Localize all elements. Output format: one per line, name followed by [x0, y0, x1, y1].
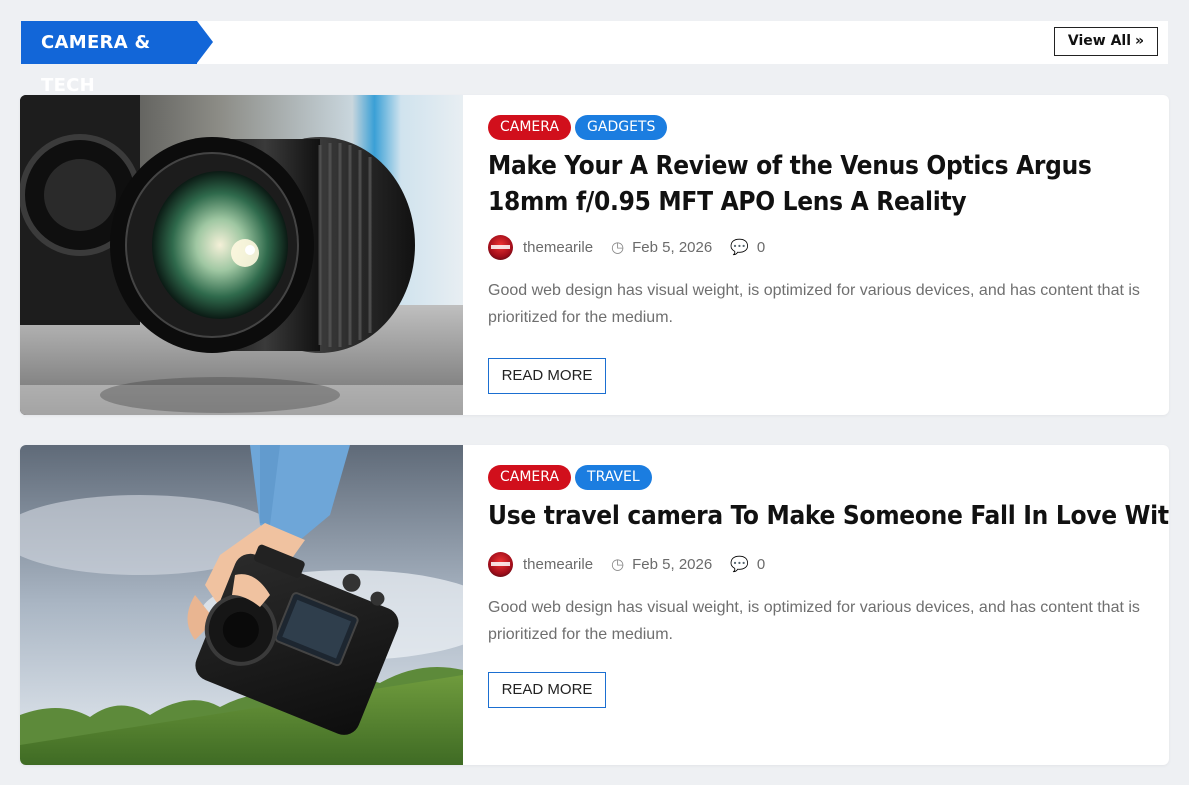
view-all-label: View All	[1067, 33, 1132, 49]
category-badges: CAMERA GADGETS	[488, 115, 1148, 140]
read-more-button[interactable]: READ MORE	[488, 358, 606, 394]
category-badges: CAMERA TRAVEL	[488, 465, 1148, 490]
comment-count[interactable]: 0	[757, 556, 765, 573]
section-header: CAMERA & TECH View All»	[21, 21, 1168, 96]
hand-holding-camera-photo	[20, 445, 463, 765]
avatar[interactable]	[488, 551, 513, 577]
post-thumbnail[interactable]	[20, 445, 463, 765]
post-content: CAMERA TRAVEL Use travel camera To Make …	[488, 465, 1169, 648]
post-date[interactable]: Feb 5, 2026	[632, 556, 712, 573]
avatar[interactable]	[488, 234, 513, 260]
category-badge[interactable]: CAMERA	[488, 115, 572, 140]
section-title: CAMERA & TECH	[21, 21, 197, 96]
double-chevron-right-icon: »	[1135, 33, 1145, 49]
post-card: CAMERA TRAVEL Use travel camera To Make …	[20, 445, 1169, 765]
comment-count[interactable]: 0	[757, 239, 765, 256]
post-excerpt: Good web design has visual weight, is op…	[488, 282, 1140, 326]
comment-icon: 💬	[730, 239, 749, 256]
post-author[interactable]: themearile	[523, 556, 593, 573]
clock-icon: ◷	[611, 239, 625, 256]
post-thumbnail[interactable]	[20, 95, 463, 415]
post-excerpt: Good web design has visual weight, is op…	[488, 599, 1140, 643]
category-badge[interactable]: TRAVEL	[575, 465, 652, 490]
post-title[interactable]: Make Your A Review of the Venus Optics A…	[488, 148, 1108, 220]
view-all-button[interactable]: View All»	[1054, 27, 1158, 56]
post-author[interactable]: themearile	[523, 239, 593, 256]
comment-icon: 💬	[730, 556, 749, 573]
camera-lens-photo	[20, 95, 463, 415]
category-badge[interactable]: CAMERA	[488, 465, 572, 490]
post-card: CAMERA GADGETS Make Your A Review of the…	[20, 95, 1169, 415]
read-more-button[interactable]: READ MORE	[488, 672, 606, 708]
section-title-arrow	[197, 21, 213, 63]
clock-icon: ◷	[611, 556, 625, 573]
post-content: CAMERA GADGETS Make Your A Review of the…	[488, 115, 1148, 331]
post-title[interactable]: Use travel camera To Make Someone Fall I…	[488, 498, 1169, 534]
post-meta: themearile ◷ Feb 5, 2026 💬 0	[488, 551, 1148, 577]
post-date[interactable]: Feb 5, 2026	[632, 239, 712, 256]
category-badge[interactable]: GADGETS	[575, 115, 668, 140]
post-meta: themearile ◷ Feb 5, 2026 💬 0	[488, 234, 1148, 260]
